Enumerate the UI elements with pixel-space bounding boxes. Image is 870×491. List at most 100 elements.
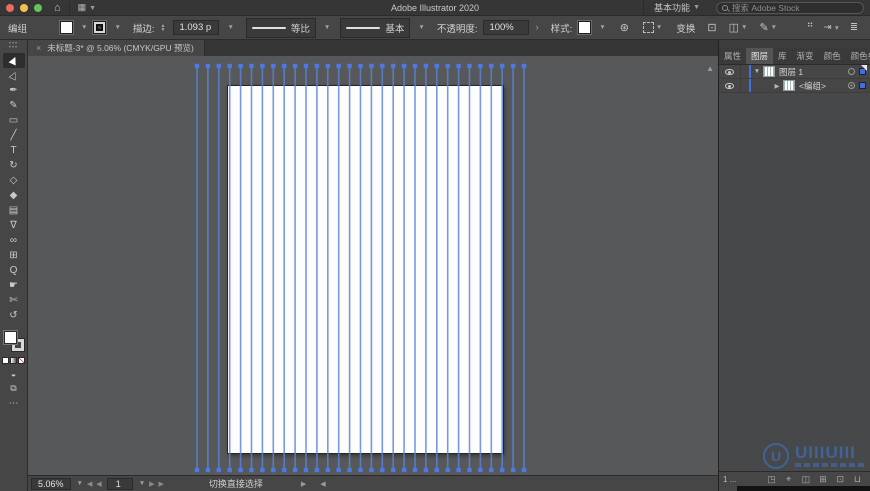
recolor-artwork-icon[interactable]: ⊛ [620, 21, 629, 34]
align-options-icon[interactable]: ◫ ▼ [729, 21, 748, 34]
rotate-view-tool[interactable]: ↺ [3, 308, 25, 323]
rotate-tool[interactable]: ↻ [3, 158, 25, 173]
chevron-down-icon[interactable]: ▼ [324, 24, 330, 31]
docking-icon[interactable]: ⇥ ▼ [824, 22, 840, 33]
isolate-selection-icon[interactable]: ⊡ [707, 21, 716, 34]
panel-tab-color-guide[interactable]: 颜色参 [846, 48, 870, 64]
panel-grip[interactable]: ••• ••• [9, 41, 18, 51]
layer-row[interactable]: ▶ <编组> [719, 79, 870, 93]
panel-tab-layers[interactable]: 图层 [746, 48, 774, 64]
fill-color-swatch[interactable] [60, 21, 73, 34]
chevron-down-icon[interactable]: ▼ [599, 24, 605, 31]
rectangle-tool[interactable]: ▭ [3, 113, 25, 128]
chevron-down-icon[interactable]: ▼ [418, 24, 424, 31]
workspace-grid-icon[interactable]: ⠛ [807, 22, 814, 33]
visibility-toggle[interactable] [719, 65, 741, 78]
zoom-tool[interactable]: Q [3, 263, 25, 278]
stroke-width-stepper[interactable]: ▲ ▼ [161, 23, 166, 32]
width-profile-dropdown[interactable]: 等比 [245, 17, 316, 38]
layer-row[interactable]: ▼ 图层 1 [719, 65, 870, 79]
eyedropper-tool[interactable]: ∇ [3, 218, 25, 233]
curvature-tool[interactable]: ✎ [3, 98, 25, 113]
screen-mode-button[interactable]: ⧉ [3, 381, 25, 396]
gradient-button[interactable] [10, 357, 17, 364]
opacity-input[interactable]: 100% [483, 20, 530, 35]
color-button[interactable] [2, 357, 9, 364]
shaper-tool[interactable]: ◆ [3, 188, 25, 203]
layer-name[interactable]: <编组> [799, 80, 848, 92]
panel-tab-gradient[interactable]: 渐变 [792, 48, 819, 64]
type-tool[interactable]: T [3, 143, 25, 158]
new-layer-icon[interactable]: ⊡ [834, 474, 847, 485]
opacity-options-arrow[interactable]: › [535, 22, 538, 33]
workspace-switcher[interactable]: 基本功能 ▼ [643, 0, 710, 15]
edit-toolbar-button[interactable]: ⋯ [3, 396, 25, 411]
artboard-number-input[interactable]: 1 [106, 477, 133, 490]
close-document-icon[interactable]: × [36, 43, 41, 53]
locate-object-icon[interactable]: ⌖ [782, 474, 795, 485]
paintbrush-tool[interactable]: ╱ [3, 128, 25, 143]
shape-options-icon[interactable]: ✎ ▼ [759, 21, 777, 34]
blend-tool[interactable]: ∞ [3, 233, 25, 248]
selected-vertical-lines[interactable] [28, 56, 718, 475]
visibility-toggle[interactable] [719, 79, 741, 92]
panel-tab-color[interactable]: 颜色 [819, 48, 846, 64]
stroke-color-swatch[interactable] [93, 21, 107, 34]
panel-tab-properties[interactable]: 属性 [719, 48, 746, 64]
target-circle-icon[interactable] [848, 82, 855, 89]
document-tab[interactable]: × 未标题-3* @ 5.06% (CMYK/GPU 预览) [28, 40, 205, 56]
slice-tool[interactable]: ✄ [3, 293, 25, 308]
illustrator-window: ⌂ ▦ ▼ Adobe Illustrator 2020 基本功能 ▼ 搜索 Ad… [0, 0, 870, 491]
gradient-tool[interactable]: ▤ [3, 203, 25, 218]
new-sublayer-icon[interactable]: ⊞ [817, 474, 830, 485]
stock-search-input[interactable]: 搜索 Adobe Stock [716, 1, 864, 14]
direct-selection-tool-icon: ▷ [6, 69, 21, 82]
home-icon[interactable]: ⌂ [54, 2, 61, 13]
zoom-window-button[interactable] [34, 3, 42, 12]
graphic-style-swatch[interactable] [578, 21, 592, 34]
artboard-tool[interactable]: ⊞ [3, 248, 25, 263]
scrollbar-thumb[interactable] [737, 486, 870, 491]
scale-tool[interactable]: ◇ [3, 173, 25, 188]
stroke-width-input[interactable]: 1.093 p [173, 20, 220, 35]
none-button[interactable] [18, 357, 25, 364]
pen-tool[interactable]: ✒ [3, 83, 25, 98]
arrange-documents-icon[interactable]: ▦ ▼ [78, 2, 96, 13]
minimize-window-button[interactable] [20, 3, 28, 12]
clipping-mask-icon[interactable]: ◫ [799, 474, 812, 485]
artboard-nav-prev-icons[interactable]: ◀ ◀ [87, 480, 103, 488]
collect-for-export-icon[interactable]: ◳ [765, 474, 778, 485]
chevron-down-icon[interactable]: ▼ [77, 480, 83, 487]
select-similar-icon[interactable]: ▼ [642, 22, 662, 33]
expand-icon[interactable]: ▶ [771, 82, 783, 90]
chevron-down-icon[interactable]: ▼ [227, 24, 233, 31]
zoom-level-input[interactable]: 5.06% [31, 477, 71, 490]
hand-tool[interactable]: ☛ [3, 278, 25, 293]
scrollbar-left-arrow[interactable]: ◀ [320, 480, 325, 488]
drawing-mode-button[interactable]: ◒ [3, 366, 25, 381]
layer-name[interactable]: 图层 1 [779, 66, 848, 78]
chevron-down-icon[interactable]: ▼ [114, 24, 120, 31]
panel-scrollbar[interactable] [719, 486, 870, 491]
direct-selection-tool[interactable]: ▷ [3, 68, 25, 83]
artboard-nav-next-icons[interactable]: ▶ ▶ [149, 480, 165, 488]
scrollbar-up-arrow[interactable]: ▲ [706, 64, 714, 73]
brush-definition-dropdown[interactable]: 基本 [340, 17, 411, 38]
chevron-down-icon[interactable]: ▼ [81, 24, 87, 31]
chevron-down-icon[interactable]: ▼ [139, 480, 145, 487]
selection-tool[interactable]: ▶ [2, 53, 25, 68]
target-circle-icon[interactable] [848, 68, 855, 75]
delete-icon[interactable]: ⊔ [851, 474, 864, 485]
layer-thumbnail[interactable] [763, 66, 775, 77]
fill-stroke-indicator[interactable] [3, 331, 25, 352]
fill-proxy[interactable] [3, 331, 17, 344]
layer-thumbnail[interactable] [783, 80, 795, 91]
transform-button[interactable]: 变换 [676, 21, 695, 35]
selection-indicator[interactable] [859, 82, 866, 89]
close-window-button[interactable] [6, 3, 14, 12]
expand-icon[interactable]: ▼ [751, 68, 763, 75]
panel-tab-libraries[interactable]: 库 [773, 48, 792, 64]
canvas[interactable]: ▲ [28, 56, 718, 475]
panel-list-icon[interactable]: ≣ [850, 22, 858, 33]
status-options-arrow[interactable]: ▶ [301, 480, 306, 488]
